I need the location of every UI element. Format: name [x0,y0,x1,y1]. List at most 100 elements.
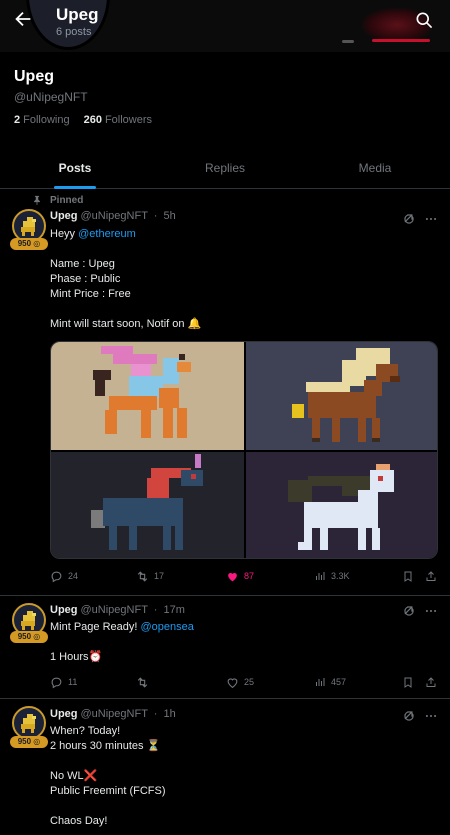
mention-link[interactable]: @ethereum [78,228,136,240]
retweet-button[interactable] [136,674,154,690]
timestamp[interactable]: 1h [164,708,176,720]
tab-replies[interactable]: Replies [150,148,300,188]
badge-count: 950 [17,737,32,746]
author-handle[interactable]: @uNipegNFT [81,210,148,222]
views-count: 3.3K [331,571,350,581]
more-icon[interactable] [424,212,438,226]
more-icon[interactable] [424,709,438,723]
mention-link[interactable]: @opensea [141,621,194,633]
tweet-header: Upeg @uNipegNFT · 5h [50,210,176,222]
author-name[interactable]: Upeg [50,604,78,616]
separator: · [153,604,158,616]
author-name[interactable]: Upeg [50,210,78,222]
media-image[interactable] [51,342,244,450]
retweet-icon [137,570,148,582]
pin-icon [34,195,40,205]
separator: · [153,210,158,222]
reply-count: 11 [68,677,78,687]
retweet-count: 17 [154,571,165,581]
tweet-text: When? Today! 2 hours 30 minutes ⏳ No WL❌… [50,724,435,829]
avatar[interactable] [12,706,46,740]
header-title: Upeg [56,5,99,24]
search-icon[interactable] [414,10,434,30]
more-icon[interactable] [424,604,438,618]
media-image[interactable] [246,452,437,558]
grok-icon[interactable] [402,709,416,723]
tab-label: Posts [58,161,92,175]
profile-handle: @uNipegNFT [14,90,88,104]
following-label: Following [23,114,70,126]
badge-count: 950 [17,239,32,248]
retweet-icon [137,676,148,688]
pinned-label: Pinned [50,195,84,206]
tweet[interactable]: 950 ◎ Upeg @uNipegNFT · 17m Mint Page Rea… [0,596,450,699]
reply-button[interactable]: 24 [50,568,78,584]
header-post-count: 6 posts [56,26,92,38]
bookmark-icon [404,571,412,582]
author-handle[interactable]: @uNipegNFT [81,708,148,720]
like-button[interactable]: 25 [226,674,254,690]
arrow-left-icon[interactable] [12,8,34,30]
tweet-top-icons [402,604,442,618]
tweet[interactable]: Pinned 950 ◎ Upeg @uNipegNFT · 5h Heyy @e… [0,189,450,596]
timestamp[interactable]: 5h [164,210,176,222]
tweet-text: Heyy @ethereum Name : Upeg Phase : Publi… [50,227,435,332]
separator: · [153,708,158,720]
tab-label: Media [358,161,392,175]
tab-posts[interactable]: Posts [0,148,150,189]
media-image[interactable] [246,342,437,450]
share-button[interactable] [425,674,437,690]
following-count: 2 [14,114,21,126]
tweet-text-part: Heyy [50,228,79,240]
status-badge: 950 ◎ [10,736,48,748]
bookmark-icon [404,677,412,688]
views-button[interactable]: 3.3K [314,568,350,584]
pinned-indicator: Pinned [34,195,84,206]
tweet-top-icons [402,212,442,226]
tweet-actions: 24 17 87 3.3K [50,568,440,584]
grok-icon[interactable] [402,212,416,226]
author-handle[interactable]: @uNipegNFT [81,604,148,616]
reply-icon [51,677,62,688]
author-name[interactable]: Upeg [50,708,78,720]
followers-label: Followers [104,114,153,126]
status-badge: 950 ◎ [10,631,48,643]
retweet-button[interactable]: 17 [136,568,164,584]
tweet-text: Mint Page Ready! @opensea 1 Hours⏰ [50,620,435,665]
like-count: 87 [244,571,255,581]
like-count: 25 [244,677,255,687]
reply-button[interactable]: 11 [50,674,77,690]
tweet-text-part: Name : Upeg Phase : Public Mint Price : … [50,258,202,330]
like-button[interactable]: 87 [226,568,254,584]
banner-decoration [342,40,354,43]
followers-link[interactable]: 260 Followers [84,114,152,126]
tweet-top-icons [402,709,442,723]
share-button[interactable] [425,568,437,584]
bookmark-button[interactable] [402,568,414,584]
views-button[interactable]: 457 [314,674,346,690]
tweet-header: Upeg @uNipegNFT · 1h [50,708,176,720]
following-link[interactable]: 2 Following [14,114,70,126]
heart-icon [227,677,238,688]
tweet[interactable]: 950 ◎ Upeg @uNipegNFT · 1h When? Today! 2… [0,699,450,835]
tweet-text-part: Mint Page Ready! [50,621,141,633]
badge-count: 950 [17,632,32,641]
tab-media[interactable]: Media [300,148,450,188]
media-image[interactable] [51,452,244,558]
share-icon [426,570,436,581]
views-count: 457 [331,677,347,687]
tab-label: Replies [204,161,246,175]
timestamp[interactable]: 17m [164,604,185,616]
grok-icon[interactable] [402,604,416,618]
status-badge: 950 ◎ [10,238,48,250]
views-icon [316,678,325,686]
follow-stats: 2 Following 260 Followers [14,114,152,126]
reply-icon [51,571,62,582]
media-grid [50,341,438,559]
bookmark-button[interactable] [402,674,414,690]
reply-count: 24 [68,571,79,581]
heart-icon [228,572,237,581]
profile-name: Upeg [14,68,54,85]
views-icon [316,572,325,580]
tweet-text-part: 1 Hours⏰ [50,651,103,663]
